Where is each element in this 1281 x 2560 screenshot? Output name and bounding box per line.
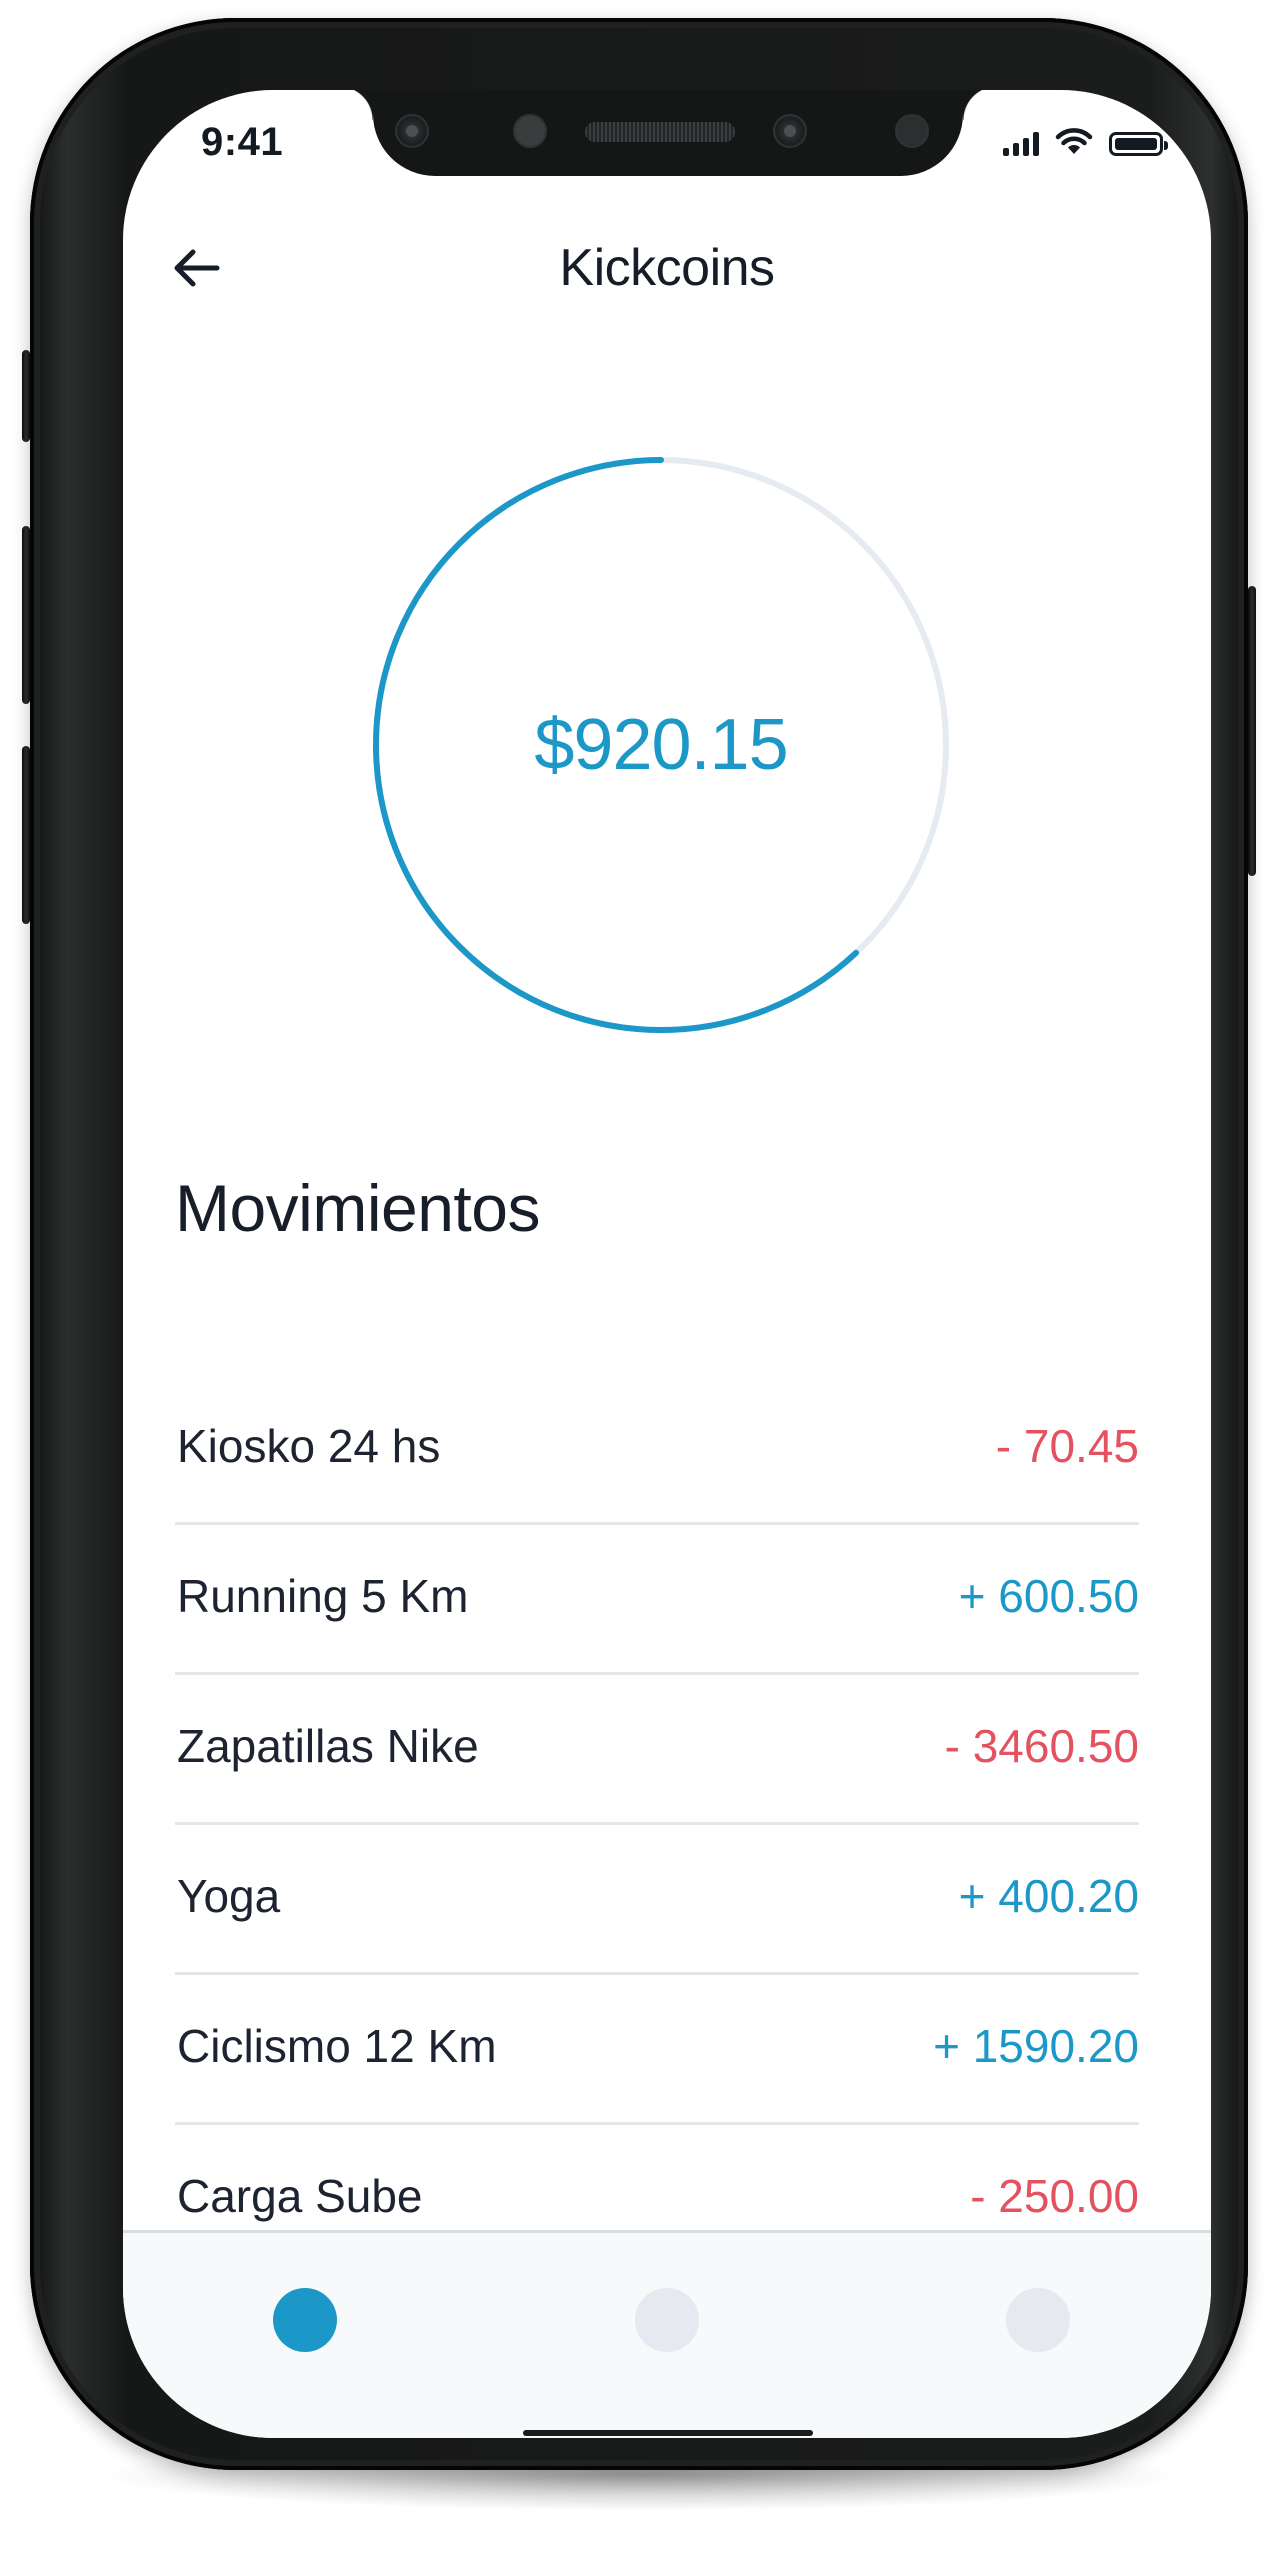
- signal-icon: [1003, 132, 1039, 156]
- volume-down-button: [22, 746, 30, 924]
- page-title: Kickcoins: [559, 239, 775, 297]
- home-indicator: [523, 2430, 813, 2436]
- movement-name: Zapatillas Nike: [177, 1720, 479, 1772]
- flood-illuminator: [895, 114, 929, 148]
- sensor: [513, 114, 547, 148]
- movement-amount: - 250.00: [970, 2170, 1139, 2222]
- status-icons: [1003, 128, 1168, 156]
- movements-title: Movimientos: [175, 1171, 540, 1245]
- notch: [339, 90, 997, 176]
- power-button: [1248, 586, 1256, 876]
- wifi-icon: [1055, 128, 1093, 154]
- movements-list: Kiosko 24 hs - 70.45 Running 5 Km + 600.50 Z…: [175, 1375, 1139, 2275]
- movement-amount: + 1590.20: [933, 2020, 1139, 2072]
- movement-name: Running 5 Km: [177, 1570, 469, 1622]
- phone-frame: 9:41 Kickcoins $920.15 Movimientos Kiosk…: [22, 18, 1256, 2470]
- front-camera: [395, 114, 429, 148]
- movement-name: Yoga: [177, 1870, 281, 1922]
- movement-name: Carga Sube: [177, 2170, 423, 2222]
- screen: 9:41 Kickcoins $920.15 Movimientos Kiosk…: [123, 90, 1211, 2438]
- earpiece-speaker: [585, 122, 735, 142]
- movement-row[interactable]: Zapatillas Nike - 3460.50: [175, 1675, 1139, 1825]
- tab-2[interactable]: [635, 2288, 699, 2352]
- movement-name: Kiosko 24 hs: [177, 1420, 441, 1472]
- proximity-sensor: [773, 114, 807, 148]
- balance-amount: $920.15: [534, 705, 788, 785]
- movement-name: Ciclismo 12 Km: [177, 2020, 497, 2072]
- movement-amount: - 3460.50: [944, 1720, 1139, 1772]
- stage: 9:41 Kickcoins $920.15 Movimientos Kiosk…: [0, 0, 1281, 2560]
- battery-icon: [1109, 132, 1168, 156]
- movement-row[interactable]: Yoga + 400.20: [175, 1825, 1139, 1975]
- movement-amount: + 400.20: [958, 1870, 1139, 1922]
- movement-row[interactable]: Kiosko 24 hs - 70.45: [175, 1375, 1139, 1525]
- movement-amount: + 600.50: [958, 1570, 1139, 1622]
- volume-up-button: [22, 526, 30, 704]
- tab-3[interactable]: [1006, 2288, 1070, 2352]
- tab-1[interactable]: [273, 2288, 337, 2352]
- movement-row[interactable]: Running 5 Km + 600.50: [175, 1525, 1139, 1675]
- status-time: 9:41: [201, 120, 284, 164]
- movement-row[interactable]: Ciclismo 12 Km + 1590.20: [175, 1975, 1139, 2125]
- movement-amount: - 70.45: [995, 1420, 1139, 1472]
- mute-switch: [22, 350, 30, 442]
